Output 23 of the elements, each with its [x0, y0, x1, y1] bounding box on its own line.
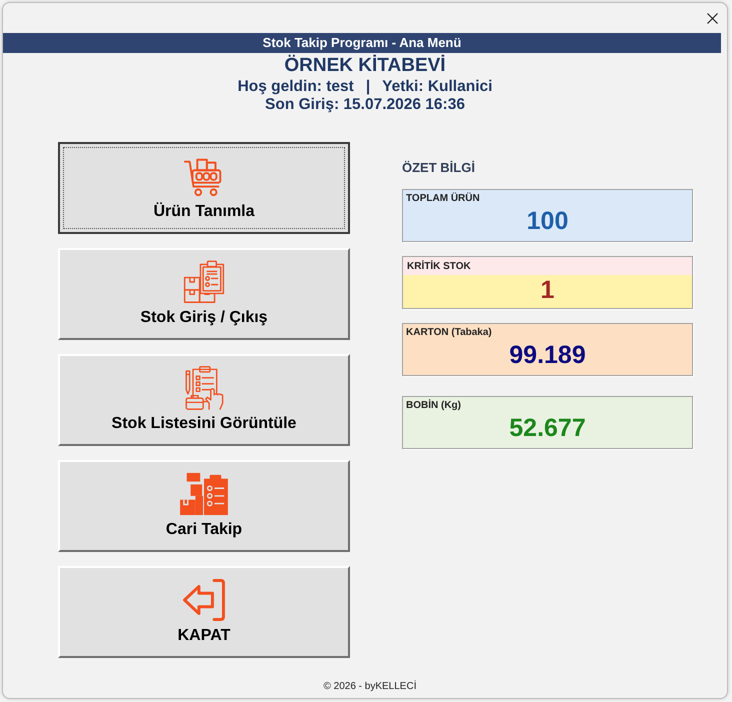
card-label: BOBİN (Kg): [405, 398, 462, 413]
card-value: 100: [526, 206, 568, 236]
summary-title: ÖZET BİLGİ: [402, 160, 476, 176]
last-login-text: Son Giriş: 15.07.2026 16:36: [265, 96, 465, 114]
copyright-text: © 2026 - byKELLECİ: [322, 680, 418, 694]
menu-button[interactable]: Stok Giriş / Çıkış: [58, 248, 350, 340]
window-title: Stok Takip Programı - Ana Menü: [3, 33, 721, 53]
separator-text: |: [366, 78, 370, 96]
close-icon: [706, 12, 718, 24]
menu-button[interactable]: Stok Listesini Görüntüle: [58, 354, 350, 446]
menu-button[interactable]: Ürün Tanımla: [58, 142, 350, 234]
menu-button[interactable]: Cari Takip: [58, 460, 350, 552]
card-label: KARTON (Tabaka): [405, 326, 493, 340]
role-text: Yetki: Kullanici: [382, 78, 492, 96]
card-value: 99.189: [509, 340, 586, 370]
menu-button[interactable]: KAPAT: [58, 566, 350, 658]
welcome-text: Hoş geldin: test: [238, 78, 354, 96]
card-label: TOPLAM ÜRÜN: [405, 192, 481, 206]
card-value: 52.677: [509, 413, 586, 443]
card-value: 1: [540, 275, 554, 305]
clipboard-boxes-icon: [178, 472, 230, 516]
company-name: ÖRNEK KİTABEVİ: [283, 54, 447, 78]
card-label: KRİTİK STOK: [403, 257, 692, 275]
